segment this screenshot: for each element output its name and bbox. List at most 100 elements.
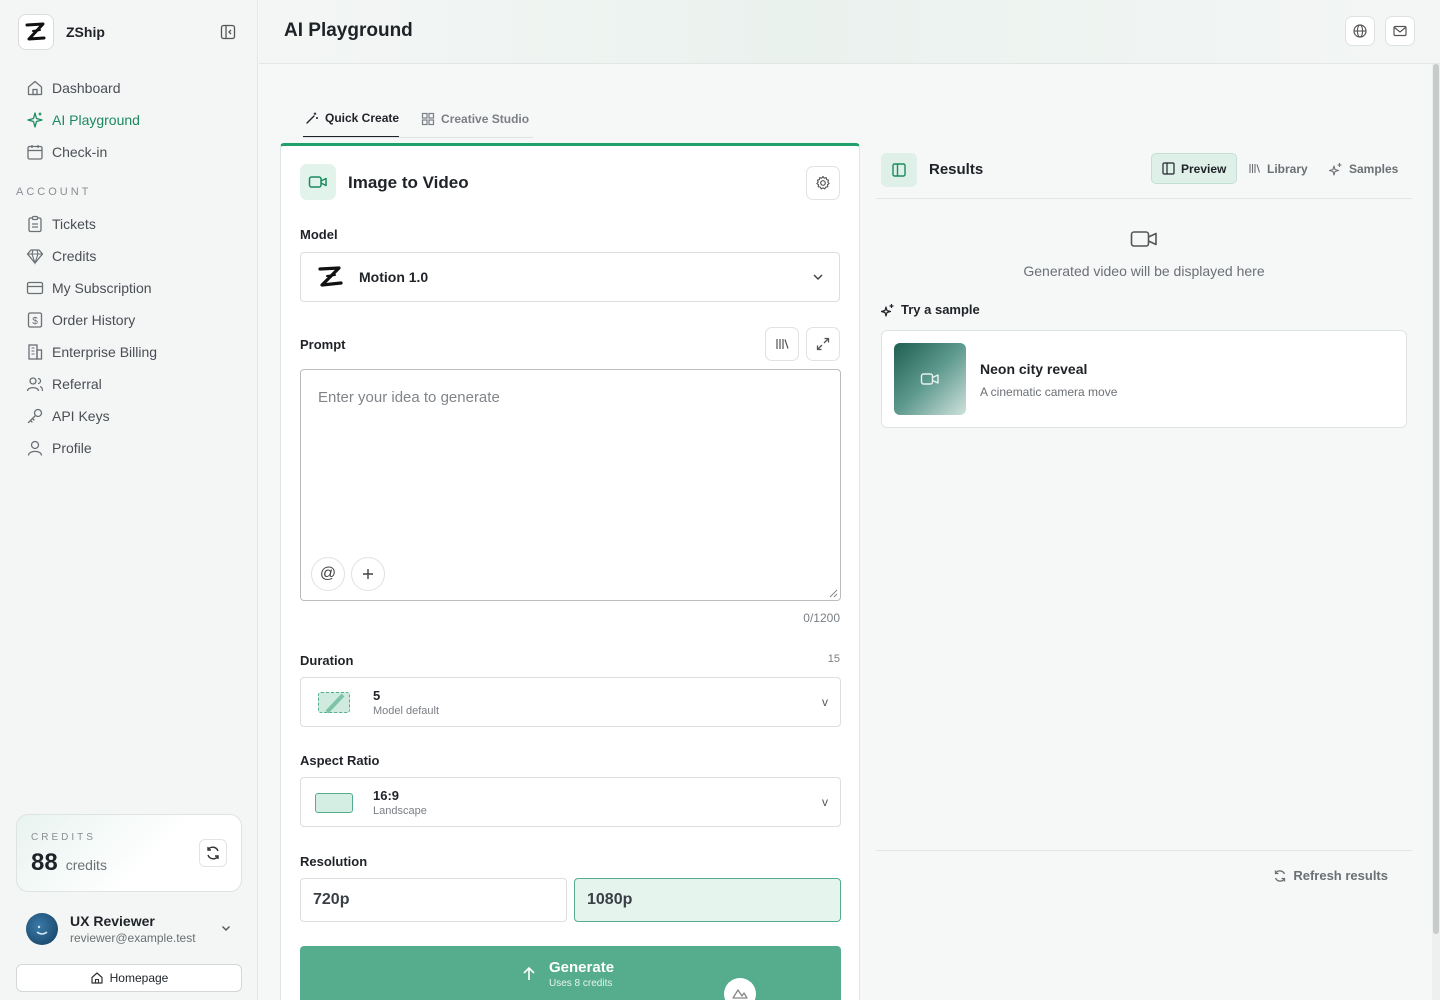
refresh-results-label: Refresh results	[1293, 868, 1388, 883]
sidebar-item-label: Profile	[52, 440, 92, 456]
sidebar-item-ai-playground[interactable]: AI Playground	[16, 104, 242, 136]
refresh-credits-button[interactable]	[199, 839, 227, 867]
user-menu[interactable]: UX Reviewer reviewer@example.test	[26, 912, 242, 946]
sidebar-collapse-icon[interactable]	[216, 20, 240, 44]
generate-button[interactable]: Generate Uses 8 credits	[300, 946, 841, 1000]
settings-button[interactable]	[806, 166, 840, 200]
prompt-label: Prompt	[300, 337, 346, 352]
sidebar-item-api-keys[interactable]: API Keys	[16, 400, 242, 432]
grid-icon	[421, 112, 435, 126]
chevron-down-icon	[813, 274, 823, 281]
credits-balance: 88 credits	[31, 849, 107, 877]
add-attachment-button[interactable]	[351, 557, 385, 591]
refresh-results-button[interactable]: Refresh results	[1273, 868, 1388, 883]
sidebar-item-label: Dashboard	[52, 80, 121, 96]
sidebar-item-my-subscription[interactable]: My Subscription	[16, 272, 242, 304]
sidebar-item-check-in[interactable]: Check-in	[16, 136, 242, 168]
try-sample-heading: Try a sample	[881, 302, 980, 317]
sidebar-item-label: Enterprise Billing	[52, 344, 158, 360]
tab-quick-create[interactable]: Quick Create	[303, 100, 400, 138]
sidebar-item-tickets[interactable]: Tickets	[16, 208, 242, 240]
sample-card[interactable]: Neon city reveal A cinematic camera move	[881, 330, 1407, 428]
user-email: reviewer@example.test	[70, 931, 196, 945]
generate-cost: Uses 8 credits	[549, 978, 613, 989]
sidebar-item-dashboard[interactable]: Dashboard	[16, 72, 242, 104]
assistant-bubble-icon[interactable]	[724, 978, 756, 1000]
tab-label: Quick Create	[325, 111, 400, 125]
account-nav: Tickets Credits My Subscription $ Order …	[16, 208, 242, 464]
calendar-icon	[27, 145, 43, 160]
model-select[interactable]: Motion 1.0	[300, 252, 840, 302]
duration-select[interactable]: 5 Model default v	[300, 677, 841, 727]
at-icon: @	[319, 565, 337, 582]
brand-logo	[18, 14, 54, 50]
messages-button[interactable]	[1385, 16, 1415, 46]
results-title: Results	[929, 161, 984, 178]
language-button[interactable]	[1345, 16, 1375, 46]
homepage-button[interactable]: Homepage	[16, 964, 242, 992]
prompt-input[interactable]: Enter your idea to generate @	[300, 369, 841, 601]
sidebar-item-referral[interactable]: Referral	[16, 368, 242, 400]
library-icon	[776, 339, 789, 349]
resize-grip-icon[interactable]	[828, 588, 838, 598]
tab-samples[interactable]: Samples	[1319, 153, 1408, 184]
duration-value: 5	[373, 688, 381, 703]
video-icon	[920, 373, 939, 385]
sidebar-item-order-history[interactable]: $ Order History	[16, 304, 242, 336]
generate-label: Generate	[549, 959, 615, 976]
tab-label: Preview	[1181, 161, 1227, 176]
expand-icon	[816, 337, 830, 351]
mention-button[interactable]: @	[311, 557, 345, 591]
aspect-ratio-thumbnail	[315, 793, 353, 813]
duration-max: 15	[827, 653, 840, 665]
svg-text:$: $	[32, 316, 38, 327]
brand-name: ZShip	[66, 24, 105, 40]
brand[interactable]: ZShip	[18, 14, 105, 50]
refresh-icon	[1275, 869, 1286, 882]
gem-icon	[26, 249, 44, 265]
results-divider	[876, 198, 1412, 199]
resolution-1080p-button[interactable]: 1080p	[574, 878, 841, 922]
duration-sub: Model default	[373, 705, 440, 717]
sidebar-item-label: Credits	[52, 248, 97, 264]
model-value: Motion 1.0	[359, 269, 429, 285]
card-icon	[26, 281, 44, 295]
home-icon	[27, 80, 43, 96]
sample-thumbnail	[894, 343, 966, 415]
resolution-720p-button[interactable]: 720p	[300, 878, 567, 922]
generation-form: Image to Video Model Motion 1.0 Prompt E…	[280, 143, 860, 1000]
aspect-ratio-sub: Landscape	[373, 805, 427, 817]
try-sample-label: Try a sample	[901, 302, 980, 317]
credits-number: 88	[31, 849, 58, 876]
panel-icon	[881, 153, 917, 187]
tab-library[interactable]: Library	[1238, 153, 1318, 184]
sidebar-item-profile[interactable]: Profile	[16, 432, 242, 464]
aspect-ratio-select[interactable]: 16:9 Landscape v	[300, 777, 841, 827]
model-logo-icon	[318, 266, 343, 287]
mail-icon	[1393, 25, 1407, 37]
tab-preview[interactable]: Preview	[1151, 153, 1238, 184]
clipboard-icon	[28, 215, 42, 233]
plus-icon	[363, 569, 373, 579]
sidebar-item-credits[interactable]: Credits	[16, 240, 242, 272]
tab-label: Library	[1267, 161, 1308, 176]
magic-wand-icon	[306, 112, 318, 124]
resolution-label: Resolution	[300, 854, 368, 869]
tab-label: Creative Studio	[441, 112, 530, 126]
sample-subtitle: A cinematic camera move	[980, 385, 1118, 399]
key-icon	[27, 408, 43, 424]
sidebar-item-enterprise-billing[interactable]: Enterprise Billing	[16, 336, 242, 368]
scrollbar-thumb[interactable]	[1433, 64, 1439, 934]
tab-label: Samples	[1349, 161, 1399, 176]
layout-icon	[1162, 162, 1175, 175]
account-section-label: ACCOUNT	[16, 186, 92, 198]
prompt-placeholder: Enter your idea to generate	[318, 389, 500, 406]
chevron-down-icon	[222, 926, 230, 931]
mode-tabs: Quick Create Creative Studio	[303, 100, 529, 138]
tab-creative-studio[interactable]: Creative Studio	[419, 100, 529, 138]
expand-prompt-button[interactable]	[806, 327, 840, 361]
video-icon	[1130, 231, 1157, 247]
page-scrollbar[interactable]	[1432, 64, 1440, 1000]
prompt-library-button[interactable]	[765, 327, 799, 361]
sample-title: Neon city reveal	[980, 361, 1088, 377]
